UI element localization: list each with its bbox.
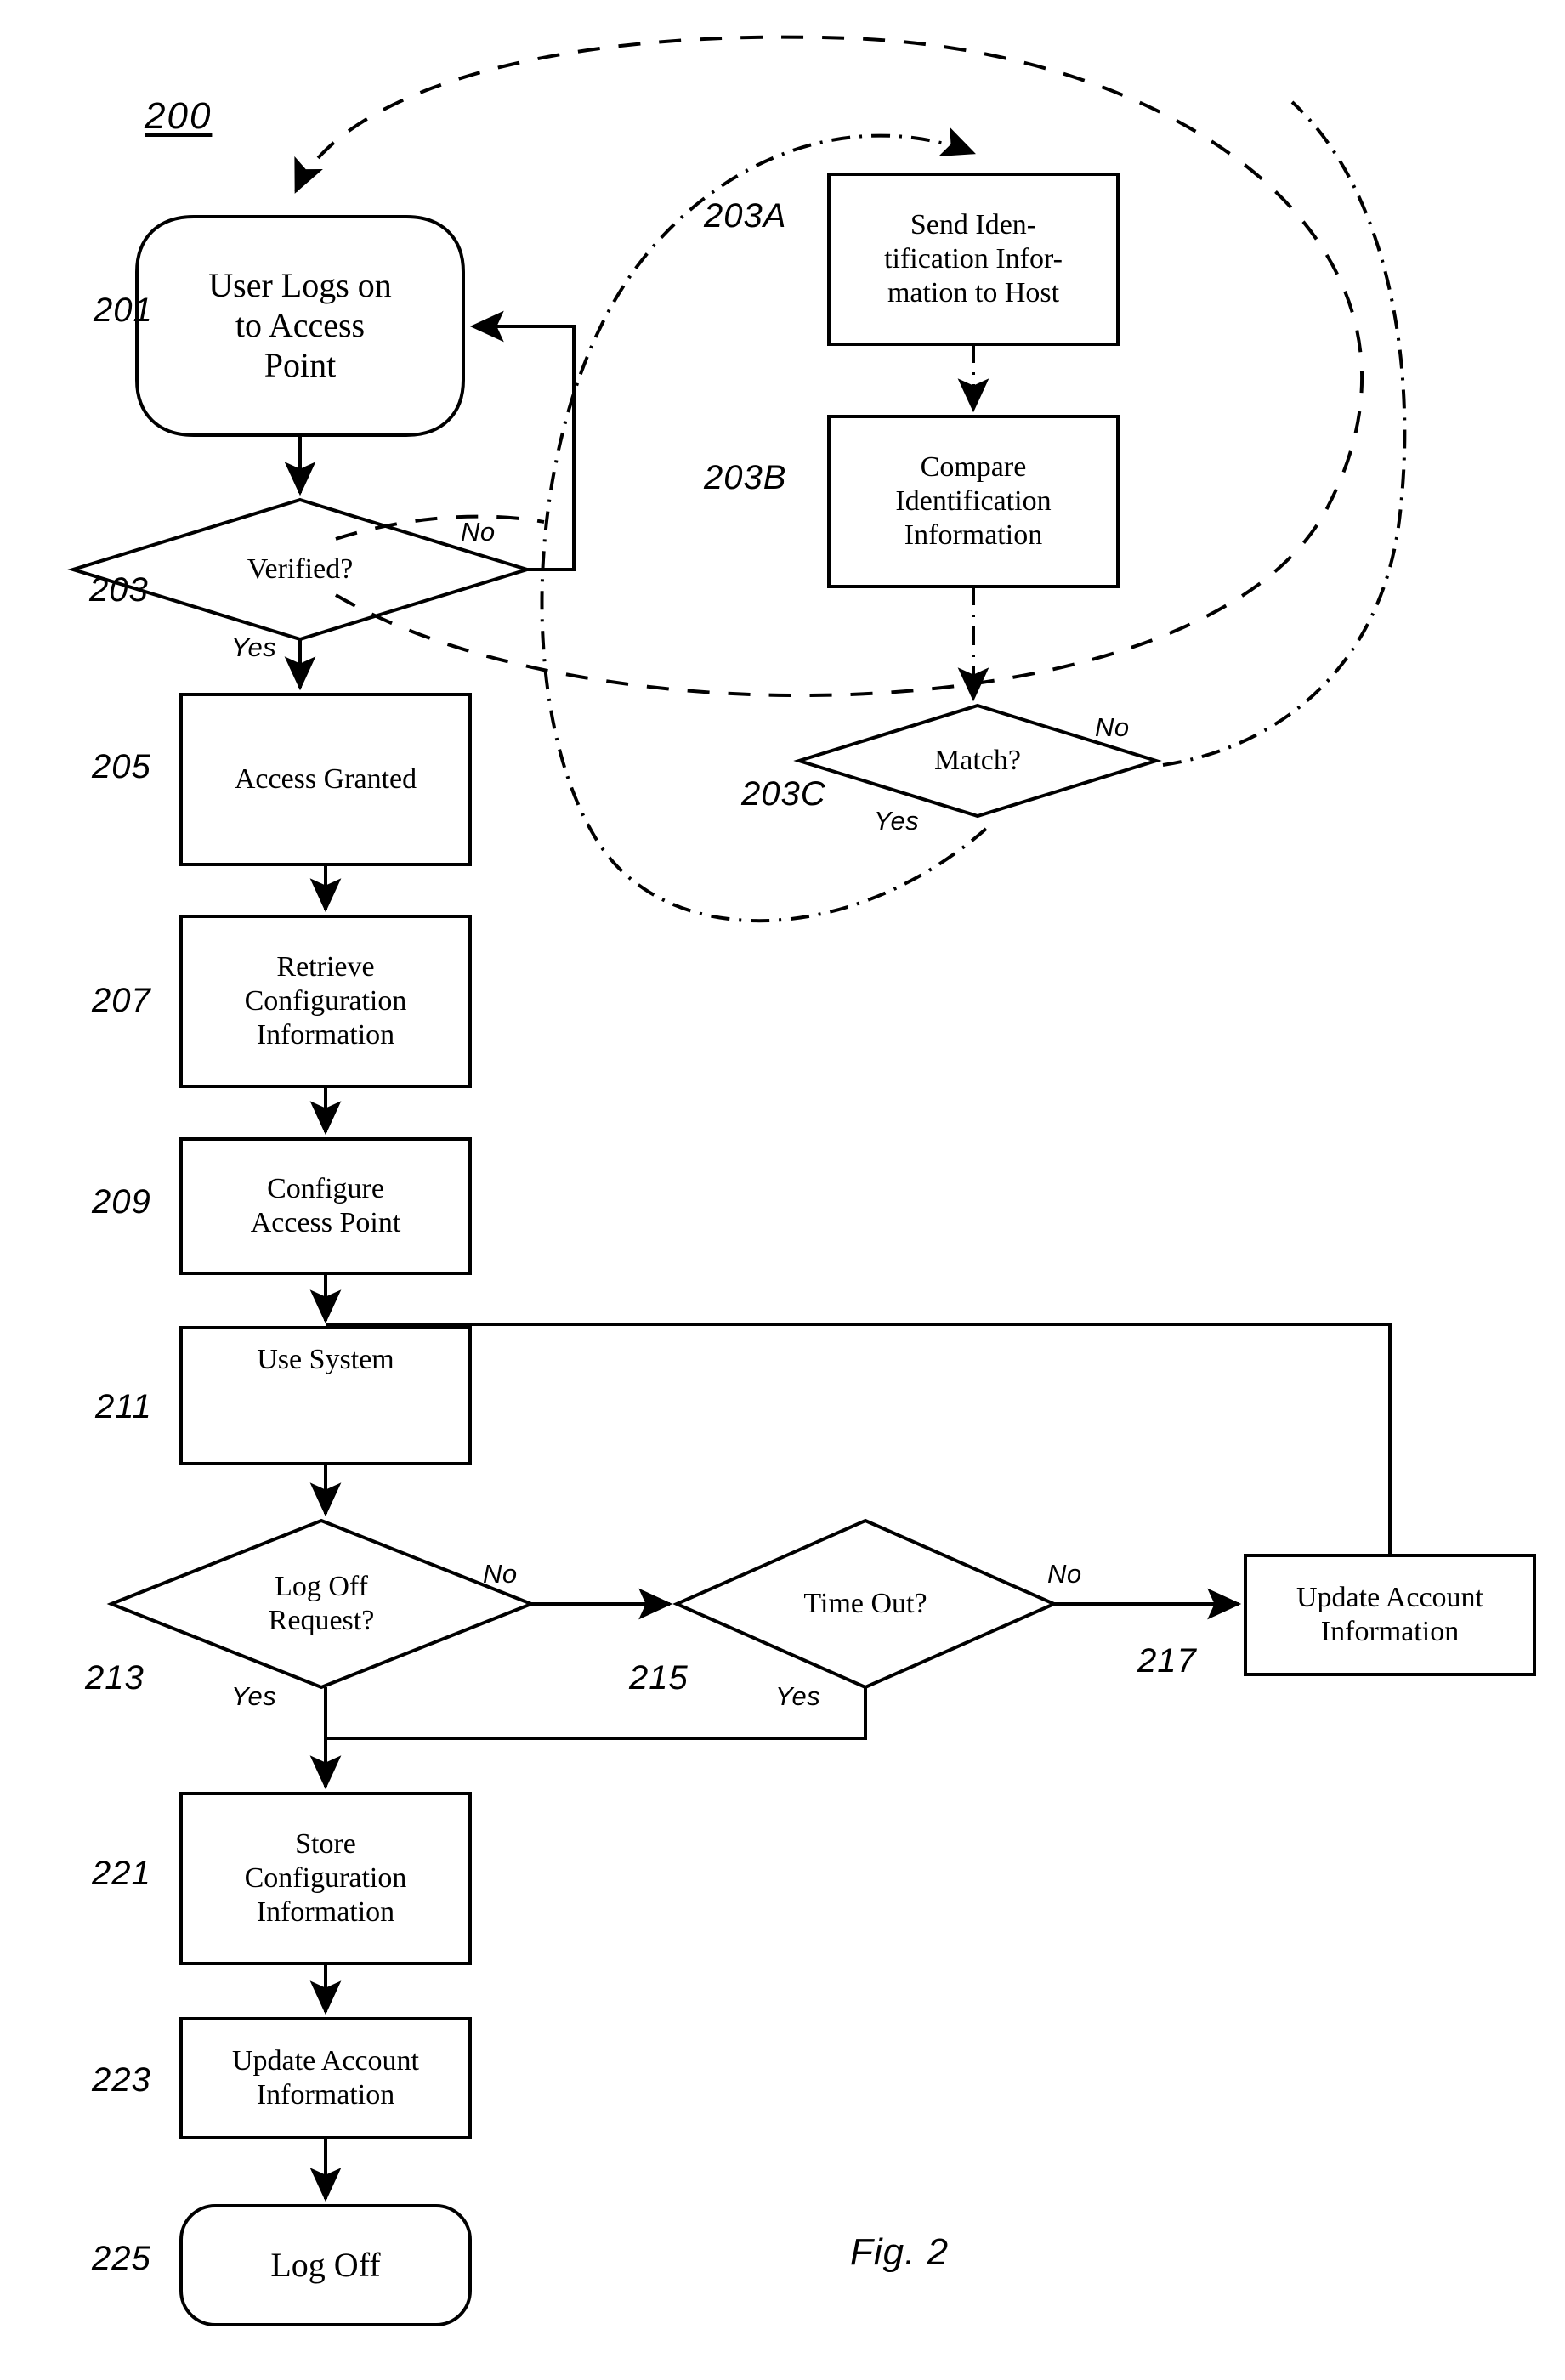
edge-label-logoff-no: No bbox=[483, 1559, 518, 1589]
ref-201: 201 bbox=[94, 292, 153, 329]
node-207-shape bbox=[179, 915, 472, 1088]
ref-203: 203 bbox=[89, 571, 149, 609]
edge-label-timeout-yes: Yes bbox=[775, 1681, 821, 1711]
patent-figure: User Logs on to Access Point Verified? A… bbox=[0, 0, 1565, 2380]
node-221-shape bbox=[179, 1792, 472, 1965]
figure-caption: Fig. 2 bbox=[850, 2231, 950, 2273]
edge-label-timeout-no: No bbox=[1047, 1559, 1082, 1589]
node-203A-shape bbox=[827, 173, 1120, 346]
node-203B-shape bbox=[827, 415, 1120, 588]
node-211-shape bbox=[179, 1326, 472, 1465]
ref-217: 217 bbox=[1137, 1642, 1197, 1680]
ref-207: 207 bbox=[92, 982, 151, 1019]
ref-221: 221 bbox=[92, 1855, 151, 1892]
edge-label-verified-no: No bbox=[461, 517, 496, 547]
edge-label-verified-yes: Yes bbox=[231, 632, 277, 662]
ref-223: 223 bbox=[92, 2061, 151, 2099]
node-209-shape bbox=[179, 1137, 472, 1275]
dashed-arc-outer bbox=[294, 35, 1364, 698]
ref-209: 209 bbox=[92, 1183, 151, 1221]
node-223-shape bbox=[179, 2017, 472, 2139]
node-213-shape bbox=[106, 1518, 536, 1690]
edge-label-logoff-yes: Yes bbox=[231, 1681, 277, 1711]
ref-203C: 203C bbox=[741, 775, 826, 813]
figure-id: 200 bbox=[145, 95, 213, 137]
ref-203A: 203A bbox=[704, 197, 787, 235]
edge-label-match-no: No bbox=[1095, 712, 1130, 742]
node-201-shape bbox=[135, 215, 465, 437]
ref-215: 215 bbox=[629, 1659, 689, 1697]
ref-211: 211 bbox=[95, 1388, 152, 1425]
node-225-shape bbox=[179, 2204, 472, 2326]
ref-203B: 203B bbox=[704, 459, 787, 496]
ref-225: 225 bbox=[92, 2240, 151, 2277]
edge-label-match-yes: Yes bbox=[874, 806, 920, 836]
edge-217-feedback-to-211 bbox=[326, 1323, 1392, 1556]
ref-205: 205 bbox=[92, 748, 151, 785]
node-217-shape bbox=[1244, 1554, 1536, 1676]
ref-213: 213 bbox=[85, 1659, 145, 1697]
flowchart-canvas bbox=[67, 35, 1536, 2326]
node-205-shape bbox=[179, 693, 472, 866]
node-203-shape bbox=[67, 497, 533, 642]
node-215-shape bbox=[672, 1518, 1058, 1690]
